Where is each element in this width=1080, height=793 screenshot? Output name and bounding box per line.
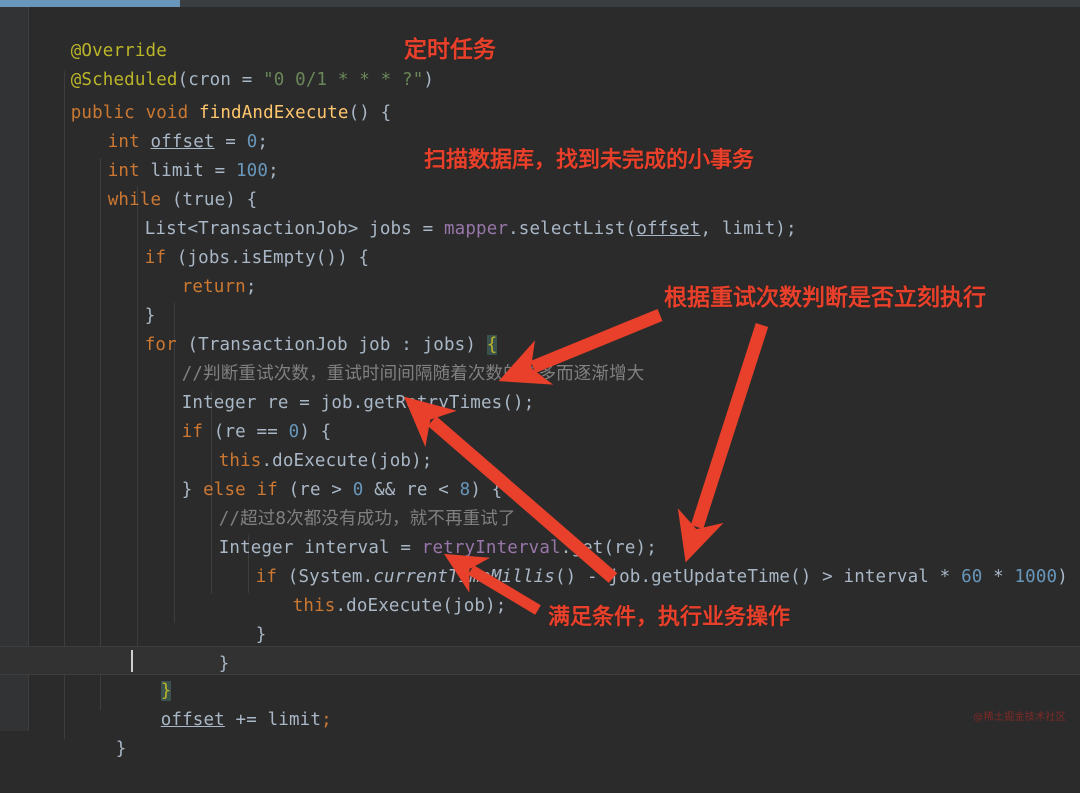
token-close-brace: }: [115, 739, 127, 759]
horizontal-scrollbar[interactable]: [0, 0, 1080, 7]
code-line-19[interactable]: if (System.currentTimeMillis() - job.get…: [213, 534, 1080, 587]
code-line-11[interactable]: for (TransactionJob job : jobs) {: [102, 302, 498, 355]
token-select-list: .selectList(: [508, 219, 637, 239]
code-editor[interactable]: @Override @Scheduled(cron = "0 0/1 * * *…: [0, 7, 1080, 759]
variable-offset: offset: [636, 219, 701, 239]
token-star: *: [982, 567, 1015, 587]
code-line-14[interactable]: if (re == 0) {: [139, 389, 331, 442]
variable-offset: offset: [160, 710, 225, 730]
token-args-tail: , limit);: [700, 219, 797, 239]
code-line-12[interactable]: //判断重试次数，重试时间间隔随着次数的增多而逐渐增大: [139, 331, 644, 384]
code-line-5[interactable]: int limit = 100;: [65, 128, 279, 181]
token-cond-tail: ) {: [1057, 567, 1080, 587]
token-close-brace: }: [218, 654, 230, 674]
code-line-2[interactable]: @Scheduled(cron = "0 0/1 * * * ?"): [28, 37, 434, 90]
code-line-21[interactable]: }: [213, 592, 267, 645]
code-line-6[interactable]: while (true) {: [65, 157, 257, 210]
field-mapper: mapper: [443, 219, 509, 239]
code-line-3[interactable]: public void findAndExecute() {: [28, 70, 391, 123]
annotation-scan-database: 扫描数据库，找到未完成的小事务: [424, 148, 755, 173]
code-line-15[interactable]: this.doExecute(job);: [176, 418, 433, 471]
code-line-23[interactable]: }: [118, 648, 172, 701]
token-semi: ;: [321, 710, 332, 730]
token-method-tail: () {: [348, 103, 392, 123]
code-line-10[interactable]: }: [102, 273, 156, 326]
token-paren-close: ): [423, 70, 435, 90]
code-line-4[interactable]: int offset = 0;: [65, 99, 268, 152]
annotation-judge-retry-times: 根据重试次数判断是否立刻执行: [664, 285, 986, 311]
token-semi: ;: [245, 277, 257, 297]
code-line-20[interactable]: this.doExecute(job);: [250, 563, 507, 616]
code-line-1[interactable]: @Override: [28, 8, 167, 61]
code-line-22[interactable]: }: [176, 621, 230, 674]
token-semi: ;: [268, 161, 279, 181]
keyword-return: return: [181, 277, 246, 297]
token-plus-equals: += limit: [224, 710, 322, 730]
token-cond-mid: () - job.getUpdateTime() > interval *: [554, 567, 962, 587]
code-line-8[interactable]: if (jobs.isEmpty()) {: [102, 215, 369, 268]
current-line-border-top: [0, 646, 1080, 647]
scrollbar-track[interactable]: [180, 1, 1080, 6]
annotation-meet-condition: 满足条件，执行业务操作: [548, 605, 791, 630]
code-line-13[interactable]: Integer re = job.getRetryTimes();: [139, 360, 534, 413]
literal-1000: 1000: [1014, 567, 1058, 587]
code-line-24[interactable]: offset += limit;: [118, 677, 332, 730]
code-line-16[interactable]: } else if (re > 0 && re < 8) {: [139, 447, 502, 500]
literal-60: 60: [961, 567, 983, 587]
indent-guide: [100, 158, 101, 710]
token-close-brace: }: [255, 625, 267, 645]
editor-gutter[interactable]: [0, 7, 28, 731]
code-line-18[interactable]: Integer interval = retryInterval.get(re)…: [176, 505, 657, 558]
code-line-17[interactable]: //超过8次都没有成功，就不再重试了: [176, 476, 516, 529]
code-line-9[interactable]: return;: [139, 244, 257, 297]
scrollbar-thumb[interactable]: [0, 0, 180, 7]
keyword-this: this: [292, 596, 336, 616]
watermark: @稀土掘金技术社区: [973, 712, 1066, 723]
call-do-execute: .doExecute(job);: [335, 596, 507, 616]
code-line-7[interactable]: List<TransactionJob> jobs = mapper.selec…: [102, 186, 797, 239]
annotation-scheduled-task: 定时任务: [404, 37, 496, 63]
